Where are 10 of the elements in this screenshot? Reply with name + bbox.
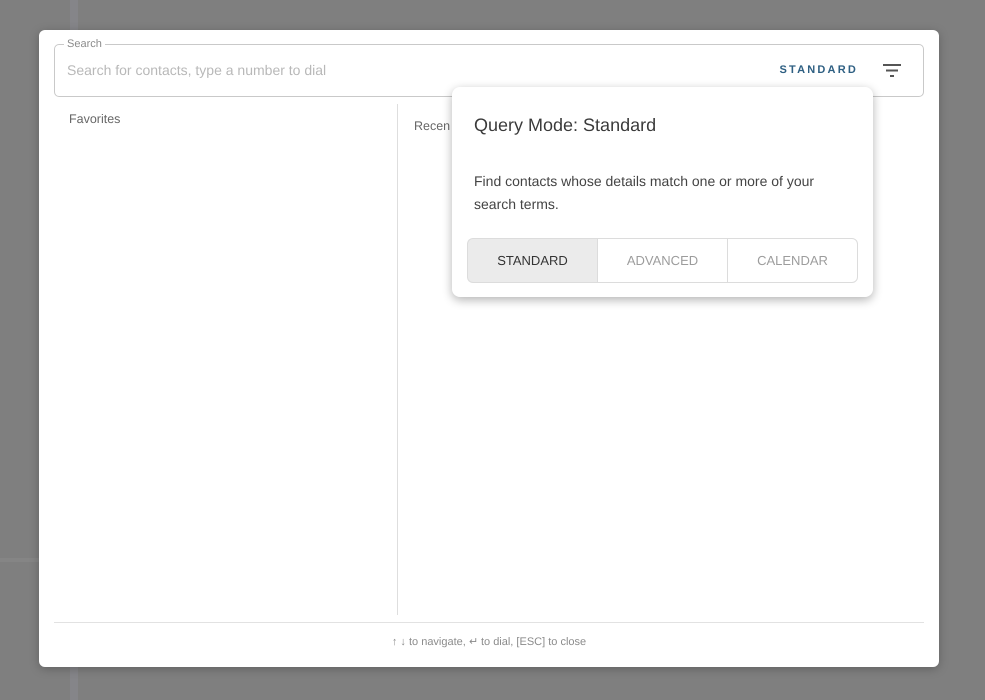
- keyboard-hint: ↑ ↓ to navigate, ↵ to dial, [ESC] to close: [392, 635, 586, 649]
- search-field[interactable]: Search Search for contacts, type a number to dial STANDARD: [54, 37, 924, 97]
- panel-title: Favorites: [69, 112, 120, 126]
- popover-description: Find contacts whose details match one or more of your search terms.: [474, 172, 816, 214]
- panel-title: Recen: [414, 119, 450, 133]
- mode-tab[interactable]: STANDARD: [467, 238, 597, 283]
- popover-title: Query Mode: Standard: [474, 115, 656, 135]
- query-mode-button[interactable]: STANDARD: [777, 58, 860, 82]
- field-label: Search: [66, 37, 103, 51]
- filter-icon: [883, 64, 901, 76]
